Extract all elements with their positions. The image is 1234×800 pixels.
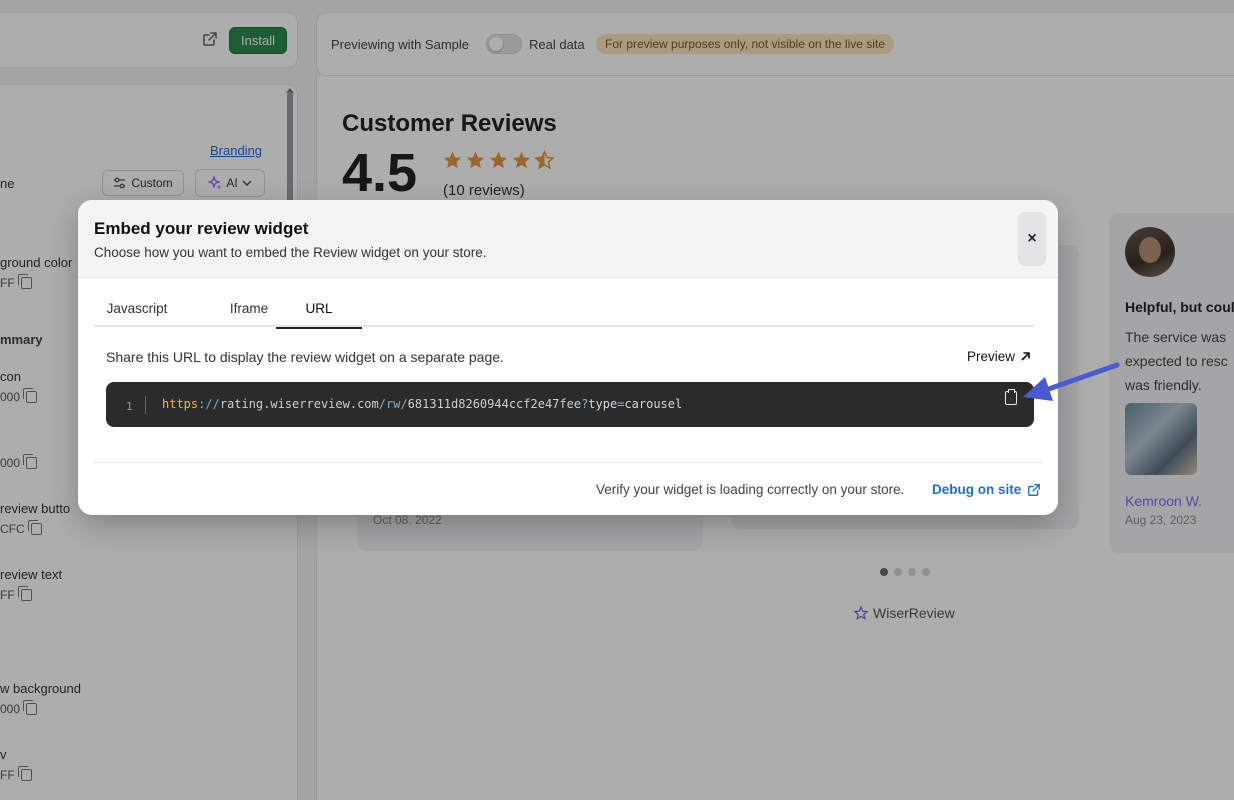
tab-javascript[interactable]: Javascript (94, 290, 180, 327)
code-gutter (145, 396, 146, 414)
modal-subtitle: Choose how you want to embed the Review … (94, 245, 487, 260)
tab-url[interactable]: URL (276, 290, 362, 329)
url-code-block[interactable]: 1 https://rating.wiserreview.com/rw/6813… (106, 382, 1034, 427)
debug-on-site-link[interactable]: Debug on site (932, 482, 1041, 497)
debug-link-label: Debug on site (932, 482, 1022, 497)
verify-widget-text: Verify your widget is loading correctly … (596, 482, 905, 497)
embed-widget-modal: Embed your review widget Choose how you … (78, 200, 1058, 515)
modal-header: Embed your review widget Choose how you … (78, 200, 1058, 278)
modal-footer-divider (94, 462, 1042, 463)
embed-tabs: Javascript Iframe URL (94, 290, 1034, 329)
share-url-description: Share this URL to display the review wid… (106, 349, 504, 365)
line-number: 1 (126, 400, 133, 413)
annotation-arrow-icon (1023, 362, 1120, 401)
external-link-icon (1028, 483, 1041, 496)
close-button[interactable]: × (1018, 212, 1046, 266)
modal-title: Embed your review widget (94, 219, 309, 238)
widget-url[interactable]: https://rating.wiserreview.com/rw/681311… (162, 397, 682, 411)
preview-link-label: Preview (967, 349, 1016, 364)
